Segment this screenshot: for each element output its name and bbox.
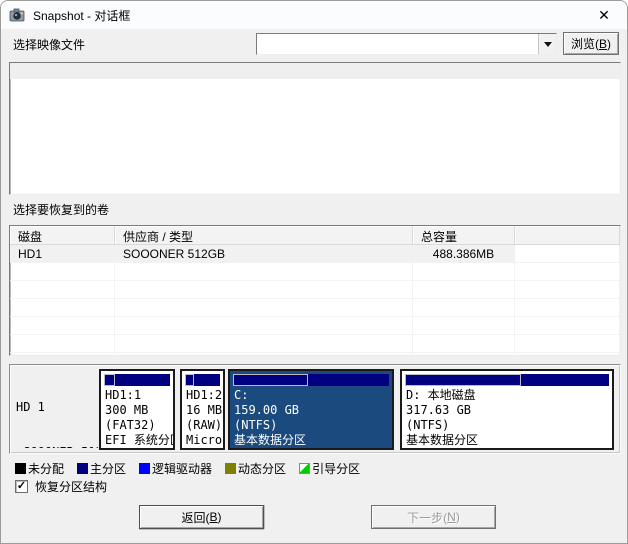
combobox-dropdown-button[interactable] bbox=[538, 34, 556, 54]
partition-d[interactable]: D: 本地磁盘 317.63 GB (NTFS) 基本数据分区 bbox=[400, 369, 614, 450]
partition-fs: (FAT32) bbox=[105, 418, 173, 433]
partition-name: C: bbox=[234, 388, 392, 403]
window-title: Snapshot - 对话框 bbox=[33, 7, 130, 24]
restore-volume-label: 选择要恢复到的卷 bbox=[13, 201, 109, 218]
partition-fs: (NTFS) bbox=[234, 418, 392, 433]
legend-unallocated: 未分配 bbox=[15, 460, 64, 477]
check-icon: ✓ bbox=[17, 481, 26, 492]
partition-hd1-2[interactable]: HD1:2 16 MB (RAW) Microsoft 保留分区 bbox=[180, 369, 225, 450]
partition-size: 300 MB bbox=[105, 403, 173, 418]
primary-partition-swatch-icon bbox=[77, 463, 88, 474]
unallocated-swatch-icon bbox=[15, 463, 26, 474]
cell-disk: HD1 bbox=[10, 245, 115, 263]
legend-dynamic: 动态分区 bbox=[225, 460, 286, 477]
partition-type: 基本数据分区 bbox=[406, 433, 612, 448]
partition-type-bar bbox=[233, 374, 389, 386]
close-icon: ✕ bbox=[598, 7, 610, 24]
partition-type: Microsoft 保留分区 bbox=[186, 433, 223, 448]
partition-fs: (NTFS) bbox=[406, 418, 612, 433]
partition-name: D: 本地磁盘 bbox=[406, 388, 612, 403]
partition-size: 159.00 GB bbox=[234, 403, 392, 418]
partition-type-bar bbox=[104, 374, 170, 386]
partition-size: 317.63 GB bbox=[406, 403, 612, 418]
next-button[interactable]: 下一步(N) bbox=[371, 505, 496, 529]
partition-fs: (RAW) bbox=[186, 418, 223, 433]
empty-table-row bbox=[10, 299, 620, 317]
table-row-hd1[interactable]: HD1 SOOONER 512GB 488.386MB bbox=[10, 245, 620, 263]
partition-hd1-1[interactable]: HD1:1 300 MB (FAT32) EFI 系统分区 bbox=[99, 369, 175, 450]
legend-boot: 引导分区 bbox=[299, 460, 360, 477]
partition-type-bar bbox=[185, 374, 220, 386]
boot-partition-swatch-icon bbox=[299, 463, 310, 474]
image-file-label: 选择映像文件 bbox=[13, 36, 85, 53]
partition-size: 16 MB bbox=[186, 403, 223, 418]
chevron-down-icon bbox=[544, 42, 552, 51]
restore-structure-label: 恢复分区结构 bbox=[35, 478, 107, 495]
empty-table-row bbox=[10, 353, 620, 356]
empty-table-row bbox=[10, 317, 620, 335]
cell-capacity: 488.386MB bbox=[413, 245, 515, 263]
snapshot-dialog: Snapshot - 对话框 ✕ 选择映像文件 浏览(B) 选择要恢复到的卷 磁… bbox=[0, 0, 628, 544]
image-file-combobox[interactable] bbox=[256, 33, 557, 55]
cell-vendor: SOOONER 512GB bbox=[115, 245, 413, 263]
legend-logical: 逻辑驱动器 bbox=[139, 460, 212, 477]
used-space-indicator bbox=[104, 374, 115, 386]
dynamic-partition-swatch-icon bbox=[225, 463, 236, 474]
partition-type-bar bbox=[405, 374, 609, 386]
disk-info-panel: HD 1 SOOONER 512GB 476.94 GB GPT 在线 bbox=[16, 370, 98, 448]
camera-app-icon bbox=[9, 7, 25, 23]
used-space-indicator bbox=[185, 374, 194, 386]
empty-table-row bbox=[10, 263, 620, 281]
legend-primary: 主分区 bbox=[77, 460, 126, 477]
restore-structure-option[interactable]: ✓ 恢复分区结构 bbox=[15, 478, 107, 495]
volume-table[interactable]: 磁盘 供应商 / 类型 总容量 HD1 SOOONER 512GB 488.38… bbox=[9, 225, 621, 356]
used-space-indicator bbox=[405, 374, 521, 386]
header-extra[interactable] bbox=[515, 226, 620, 245]
disk-vendor: SOOONER 512GB bbox=[16, 445, 98, 448]
title-bar: Snapshot - 对话框 ✕ bbox=[1, 1, 627, 29]
used-space-indicator bbox=[233, 374, 308, 386]
restore-structure-checkbox[interactable]: ✓ bbox=[15, 480, 28, 493]
partition-name: HD1:1 bbox=[105, 388, 173, 403]
header-disk[interactable]: 磁盘 bbox=[10, 226, 115, 245]
image-file-list[interactable] bbox=[9, 62, 621, 195]
header-vendor-type[interactable]: 供应商 / 类型 bbox=[115, 226, 413, 245]
empty-table-row bbox=[10, 335, 620, 353]
browse-button[interactable]: 浏览(B) bbox=[563, 32, 619, 55]
empty-table-row bbox=[10, 281, 620, 299]
partition-legend: 未分配 主分区 逻辑驱动器 动态分区 引导分区 bbox=[15, 460, 360, 477]
volume-table-header: 磁盘 供应商 / 类型 总容量 bbox=[10, 226, 620, 245]
partition-c[interactable]: C: 159.00 GB (NTFS) 基本数据分区 bbox=[228, 369, 394, 450]
disk-map: HD 1 SOOONER 512GB 476.94 GB GPT 在线 HD1:… bbox=[9, 364, 621, 454]
close-button[interactable]: ✕ bbox=[581, 1, 627, 29]
back-button[interactable]: 返回(B) bbox=[139, 505, 264, 529]
partition-type: EFI 系统分区 bbox=[105, 433, 173, 448]
image-file-input[interactable] bbox=[257, 34, 538, 54]
partition-type: 基本数据分区 bbox=[234, 433, 392, 448]
logical-drive-swatch-icon bbox=[139, 463, 150, 474]
disk-name: HD 1 bbox=[16, 400, 98, 415]
header-capacity[interactable]: 总容量 bbox=[413, 226, 515, 245]
partition-name: HD1:2 bbox=[186, 388, 223, 403]
image-file-list-header bbox=[10, 63, 620, 79]
